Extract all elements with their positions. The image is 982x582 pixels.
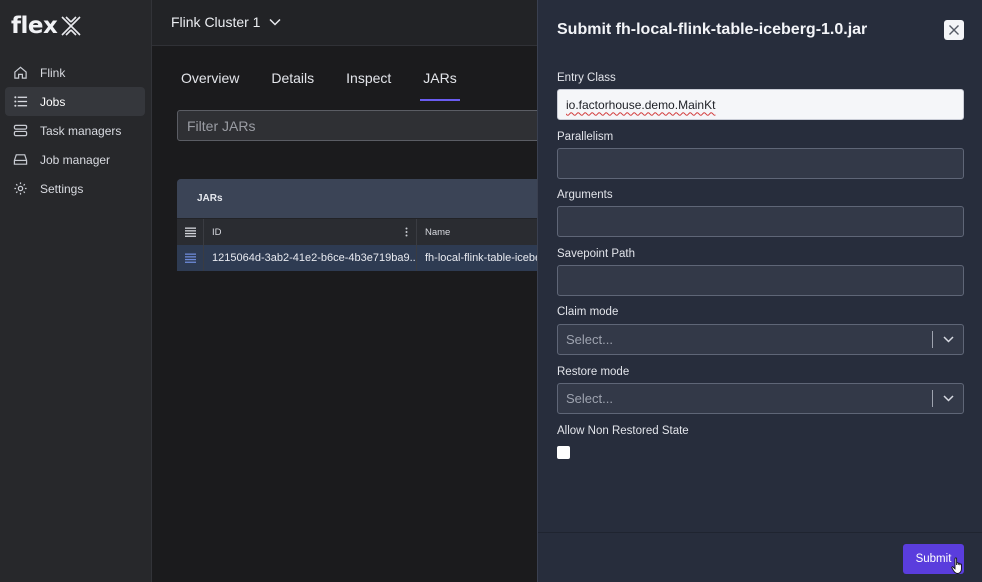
jar-id-cell: 1215064d-3ab2-41e2-b6ce-4b3e719ba9... xyxy=(204,245,417,271)
cluster-name: Flink Cluster 1 xyxy=(171,14,261,30)
allow-non-restored-checkbox[interactable] xyxy=(557,446,570,459)
arguments-label: Arguments xyxy=(557,189,613,201)
column-header-id-label: ID xyxy=(212,226,222,238)
sidebar-item-label: Jobs xyxy=(40,94,66,109)
entry-class-input[interactable]: io.factorhouse.demo.MainKt xyxy=(557,89,964,120)
allow-non-restored-label: Allow Non Restored State xyxy=(557,425,689,437)
hand-cursor-icon xyxy=(951,557,962,574)
jar-table-title: JARs xyxy=(177,179,557,218)
column-header-id[interactable]: ID xyxy=(204,219,417,245)
tab-overview[interactable]: Overview xyxy=(181,60,239,102)
cluster-selector[interactable]: Flink Cluster 1 xyxy=(171,14,281,30)
sidebar-item-label: Flink xyxy=(40,65,66,80)
jar-name-cell: fh-local-flink-table-iceberg-1.0.jar xyxy=(425,252,557,264)
close-button[interactable] xyxy=(944,20,964,40)
home-icon xyxy=(12,65,28,81)
sidebar-item-label: Job manager xyxy=(40,152,111,167)
tab-inspect[interactable]: Inspect xyxy=(346,60,391,102)
sidebar-item-jobs[interactable]: Jobs xyxy=(5,87,145,116)
drawer-title: Submit fh-local-flink-table-iceberg-1.0.… xyxy=(557,21,868,38)
filter-jars-input[interactable] xyxy=(177,110,557,141)
gear-icon xyxy=(12,181,28,197)
tab-bar: Overview Details Inspect JARs xyxy=(152,60,461,102)
drive-icon xyxy=(12,152,28,168)
logo-text: flex xyxy=(11,13,58,39)
sidebar-item-label: Settings xyxy=(40,181,84,196)
jar-table-header-row: ID Name xyxy=(177,218,557,245)
row-menu-button[interactable] xyxy=(177,245,204,271)
parallelism-input[interactable] xyxy=(557,148,964,179)
sidebar-item-task-managers[interactable]: Task managers xyxy=(5,116,145,145)
arguments-input[interactable] xyxy=(557,206,964,237)
menu-icon xyxy=(184,227,196,237)
claim-mode-label: Claim mode xyxy=(557,306,619,318)
menu-icon xyxy=(184,253,196,263)
restore-mode-placeholder: Select... xyxy=(566,391,613,406)
sidebar-item-label: Task managers xyxy=(40,123,122,138)
sidebar-item-flink[interactable]: Flink xyxy=(5,58,145,87)
close-icon xyxy=(949,25,959,35)
logo[interactable]: flex xyxy=(11,13,83,39)
tab-details[interactable]: Details xyxy=(271,60,314,102)
column-header-name[interactable]: Name xyxy=(417,219,557,245)
jar-table: JARs ID Name 1215064d-3ab2-41e2-b6ce-4b3… xyxy=(177,179,557,271)
restore-mode-select[interactable]: Select... xyxy=(557,383,964,414)
claim-mode-select[interactable]: Select... xyxy=(557,324,964,355)
tab-jars[interactable]: JARs xyxy=(420,60,461,102)
list-icon xyxy=(12,94,28,110)
sidebar-item-job-manager[interactable]: Job manager xyxy=(5,145,145,174)
chevron-down-icon[interactable] xyxy=(933,395,963,402)
chevron-down-icon xyxy=(269,18,281,26)
drawer-footer: Submit xyxy=(538,532,982,582)
parallelism-label: Parallelism xyxy=(557,131,614,143)
sidebar-item-settings[interactable]: Settings xyxy=(5,174,145,203)
table-row[interactable]: 1215064d-3ab2-41e2-b6ce-4b3e719ba9... fh… xyxy=(177,245,557,271)
submit-jar-drawer: Submit fh-local-flink-table-iceberg-1.0.… xyxy=(537,0,982,582)
restore-mode-label: Restore mode xyxy=(557,366,630,378)
chevron-down-icon[interactable] xyxy=(933,336,963,343)
more-vertical-icon[interactable] xyxy=(405,227,408,237)
logo-x-icon xyxy=(61,16,81,36)
database-icon xyxy=(12,123,28,139)
savepoint-path-label: Savepoint Path xyxy=(557,248,636,260)
entry-class-value: io.factorhouse.demo.MainKt xyxy=(566,97,716,112)
entry-class-label: Entry Class xyxy=(557,72,616,84)
savepoint-path-input[interactable] xyxy=(557,265,964,296)
sidebar: flex Flink Jobs Task managers Job manage… xyxy=(0,0,152,582)
column-menu-button[interactable] xyxy=(177,219,204,245)
sidebar-nav: Flink Jobs Task managers Job manager Set… xyxy=(5,58,145,203)
claim-mode-placeholder: Select... xyxy=(566,332,613,347)
